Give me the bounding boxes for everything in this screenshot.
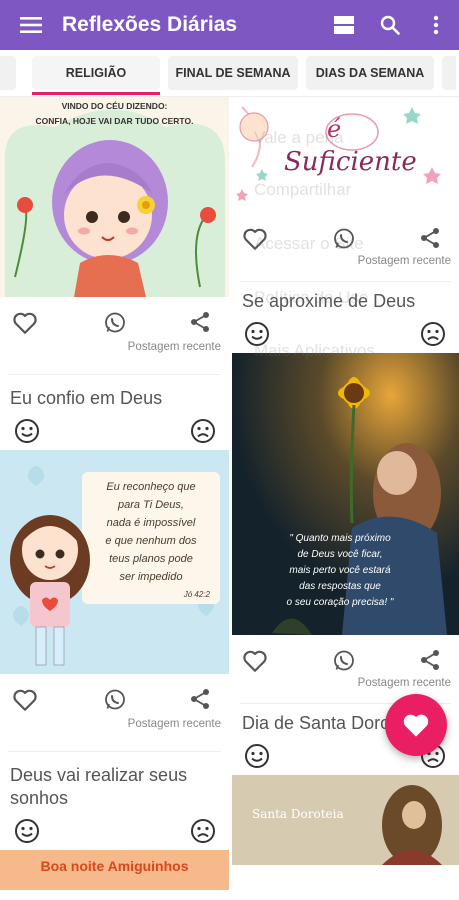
quote-line: para Ti Deus, (118, 499, 184, 511)
sad-face-icon[interactable] (420, 321, 446, 347)
post-card[interactable]: Eu confio em Deus Eu reconheço que para … (0, 375, 229, 752)
post-title: Deus vai realizar seus sonhos (10, 765, 188, 808)
tab-next[interactable] (442, 56, 456, 90)
share-icon[interactable] (420, 227, 440, 249)
post-timestamp: Postagem recente (357, 677, 451, 689)
quote-line: " Quanto mais próximo (289, 533, 391, 544)
post-image[interactable]: Eu reconheço que para Ti Deus, nada é im… (0, 450, 229, 674)
heart-outline-icon[interactable] (12, 688, 38, 712)
quote-line: o seu coração precisa! " (286, 597, 394, 608)
image-caption-line: Boa noite Amiguinhos (40, 858, 189, 874)
quote-line: mais perto você estará (289, 565, 391, 576)
sad-face-icon[interactable] (190, 818, 216, 844)
post-actions (232, 635, 459, 675)
whatsapp-icon[interactable] (332, 227, 356, 251)
layout-toggle-button[interactable] (321, 0, 367, 50)
image-caption-line: CONFIA, HOJE VAI DAR TUDO CERTO. (35, 116, 194, 126)
heart-outline-icon[interactable] (242, 227, 268, 251)
post-card[interactable]: VINDO DO CÉU DIZENDO: CONFIA, HOJE VAI D… (0, 97, 229, 375)
post-actions (0, 297, 229, 349)
category-tabs: RELIGIÃO FINAL DE SEMANA DIAS DA SEMANA (0, 50, 459, 97)
post-image[interactable]: é Suficiente (232, 97, 459, 215)
post-card[interactable]: Deus vai realizar seus sonhos Boa noite … (0, 752, 229, 890)
hamburger-menu-icon (20, 17, 42, 33)
quote-line: Eu reconheço que (106, 481, 196, 493)
tab-final-de-semana[interactable]: FINAL DE SEMANA (168, 56, 298, 90)
quote-line: e que nenhum dos (105, 535, 197, 547)
post-feed: VINDO DO CÉU DIZENDO: CONFIA, HOJE VAI D… (0, 97, 459, 900)
whatsapp-icon[interactable] (332, 649, 356, 673)
post-reactions (232, 313, 459, 353)
post-timestamp: Postagem recente (357, 255, 451, 267)
heart-outline-icon[interactable] (12, 311, 38, 335)
quote-reference: Jó 42:2 (183, 590, 210, 599)
image-caption-line: VINDO DO CÉU DIZENDO: (61, 101, 168, 111)
overflow-menu-button[interactable] (413, 0, 459, 50)
post-card[interactable]: Se aproxime de Deus " Quanto mais próxim… (232, 282, 459, 704)
post-actions (0, 674, 229, 726)
app-title: Reflexões Diárias (62, 13, 238, 36)
tab-previous[interactable] (0, 56, 16, 90)
whatsapp-icon[interactable] (103, 688, 127, 712)
heart-outline-icon[interactable] (242, 649, 268, 673)
tab-religiao[interactable]: RELIGIÃO (32, 56, 160, 95)
quote-line: de Deus você ficar, (297, 549, 383, 560)
smile-face-icon[interactable] (244, 743, 270, 769)
post-title: Eu confio em Deus (10, 388, 163, 408)
image-caption-line: é (327, 115, 342, 143)
heart-icon (403, 714, 429, 737)
post-reactions (0, 810, 229, 850)
smile-face-icon[interactable] (244, 321, 270, 347)
post-image[interactable]: Santa Doroteia (232, 775, 459, 865)
share-icon[interactable] (420, 649, 440, 671)
favorites-fab[interactable] (385, 694, 447, 756)
app-bar: Reflexões Diárias (0, 0, 459, 50)
quote-line: nada é impossível (106, 517, 196, 529)
search-icon (380, 15, 400, 35)
post-actions (232, 215, 459, 255)
post-title: Se aproxime de Deus (242, 291, 416, 311)
image-caption-line: Suficiente (284, 147, 417, 177)
post-image[interactable]: " Quanto mais próximo de Deus você ficar… (232, 353, 459, 635)
post-image[interactable]: VINDO DO CÉU DIZENDO: CONFIA, HOJE VAI D… (0, 97, 229, 297)
post-image[interactable]: Boa noite Amiguinhos (0, 850, 229, 890)
quote-line: ser impedido (119, 571, 183, 583)
post-card[interactable]: é Suficiente Postagem recente (232, 97, 459, 282)
share-icon[interactable] (190, 311, 210, 333)
quote-line: teus planos pode (109, 553, 193, 565)
image-caption-line: Santa Doroteia (252, 807, 344, 821)
view-agenda-icon (334, 16, 354, 34)
sad-face-icon[interactable] (190, 418, 216, 444)
quote-line: das respostas que (299, 581, 381, 592)
post-reactions (0, 410, 229, 450)
feed-column-left: VINDO DO CÉU DIZENDO: CONFIA, HOJE VAI D… (0, 97, 229, 890)
menu-button[interactable] (0, 0, 62, 50)
tab-dias-da-semana[interactable]: DIAS DA SEMANA (306, 56, 434, 90)
smile-face-icon[interactable] (14, 418, 40, 444)
share-icon[interactable] (190, 688, 210, 710)
whatsapp-icon[interactable] (103, 311, 127, 335)
smile-face-icon[interactable] (14, 818, 40, 844)
search-button[interactable] (367, 0, 413, 50)
more-vert-icon (433, 15, 439, 35)
